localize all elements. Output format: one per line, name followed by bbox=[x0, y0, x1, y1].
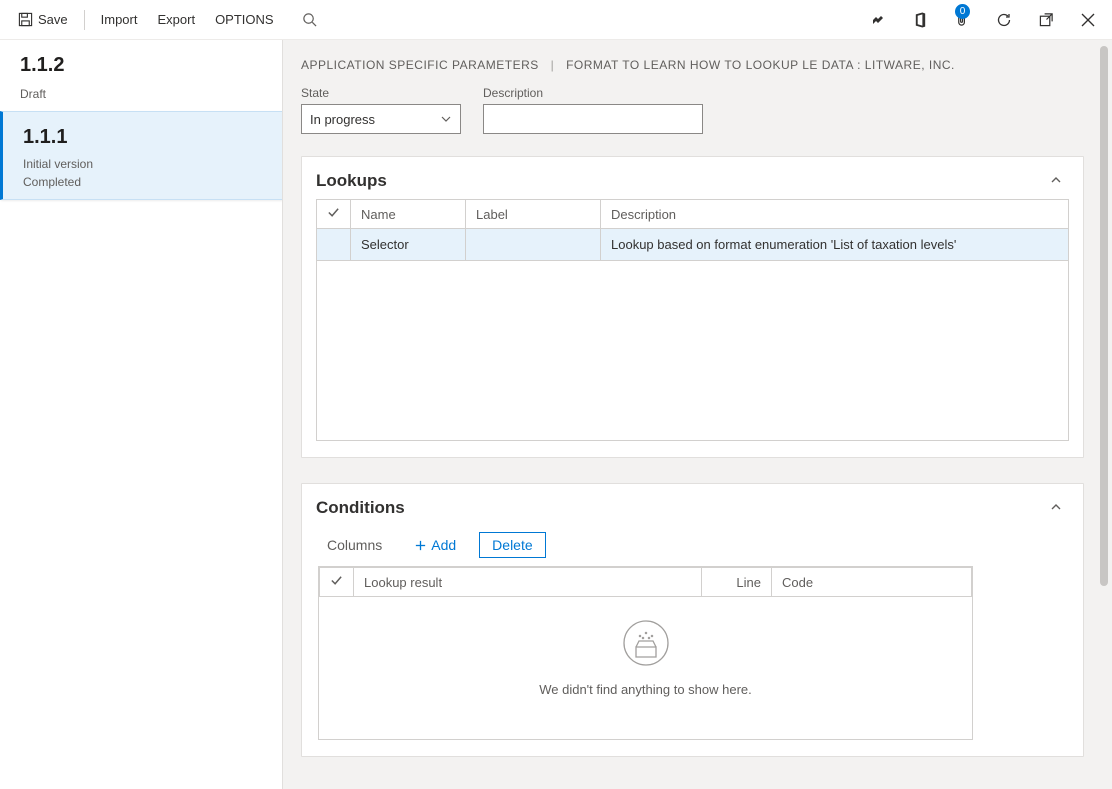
state-field-group: State In progress bbox=[301, 86, 461, 134]
content-panel: Application specific parameters | Format… bbox=[283, 40, 1112, 789]
top-toolbar: Save Import Export OPTIONS bbox=[0, 0, 1112, 40]
col-result[interactable]: Lookup result bbox=[354, 568, 702, 597]
main-area: 1.1.2 Draft 1.1.1 Initial version Comple… bbox=[0, 40, 1112, 789]
description-label: Description bbox=[483, 86, 703, 100]
search-button[interactable] bbox=[294, 6, 325, 33]
close-icon[interactable] bbox=[1074, 6, 1102, 34]
version-subtitle: Initial version bbox=[23, 157, 262, 171]
conditions-grid: Lookup result Line Code bbox=[318, 566, 973, 740]
conditions-body: Columns Add Delete bbox=[302, 532, 1083, 756]
version-title: 1.1.2 bbox=[20, 54, 262, 77]
options-label: OPTIONS bbox=[215, 12, 274, 27]
description-input[interactable] bbox=[483, 104, 703, 134]
col-label[interactable]: Label bbox=[466, 200, 601, 229]
description-field-group: Description bbox=[483, 86, 703, 134]
popout-icon[interactable] bbox=[1032, 6, 1060, 34]
empty-box-icon bbox=[622, 619, 670, 667]
chevron-up-icon[interactable] bbox=[1049, 500, 1063, 517]
connector-icon[interactable] bbox=[864, 6, 892, 34]
toolbar-right: 0 bbox=[864, 6, 1102, 34]
badge-count: 0 bbox=[955, 4, 970, 19]
state-label: State bbox=[301, 86, 461, 100]
col-line[interactable]: Line bbox=[702, 568, 772, 597]
add-label: Add bbox=[431, 537, 456, 553]
export-button[interactable]: Export bbox=[149, 6, 203, 33]
columns-button[interactable]: Columns bbox=[318, 532, 391, 558]
check-column[interactable] bbox=[317, 200, 351, 229]
sidebar: 1.1.2 Draft 1.1.1 Initial version Comple… bbox=[0, 40, 283, 789]
scrollbar[interactable] bbox=[1100, 46, 1108, 586]
attachments-icon[interactable]: 0 bbox=[948, 6, 976, 34]
version-title: 1.1.1 bbox=[23, 126, 262, 149]
chevron-up-icon[interactable] bbox=[1049, 173, 1063, 190]
search-icon bbox=[302, 12, 317, 27]
table-header-row: Lookup result Line Code bbox=[320, 568, 972, 597]
breadcrumb: Application specific parameters | Format… bbox=[301, 58, 1084, 72]
row-check[interactable] bbox=[317, 229, 351, 261]
chevron-down-icon bbox=[440, 113, 452, 125]
delete-button[interactable]: Delete bbox=[479, 532, 545, 558]
table-row[interactable]: Selector Lookup based on format enumerat… bbox=[317, 229, 1069, 261]
plus-icon bbox=[414, 539, 427, 552]
toolbar-left: Save Import Export OPTIONS bbox=[10, 6, 325, 33]
check-column[interactable] bbox=[320, 568, 354, 597]
export-label: Export bbox=[157, 12, 195, 27]
check-icon bbox=[330, 574, 343, 587]
lookups-card: Lookups Name Label bbox=[301, 156, 1084, 458]
lookups-grid: Name Label Description Selector Lookup b… bbox=[316, 199, 1069, 261]
state-value: In progress bbox=[310, 112, 375, 127]
conditions-header[interactable]: Conditions bbox=[302, 484, 1083, 522]
separator bbox=[84, 10, 85, 30]
breadcrumb-part2: Format to learn how to lookup LE data : … bbox=[566, 58, 955, 72]
sidebar-item-1[interactable]: 1.1.1 Initial version Completed bbox=[0, 111, 282, 200]
breadcrumb-separator: | bbox=[551, 58, 555, 72]
save-label: Save bbox=[38, 12, 68, 27]
save-icon bbox=[18, 12, 33, 27]
empty-text: We didn't find anything to show here. bbox=[319, 682, 972, 697]
col-code[interactable]: Code bbox=[772, 568, 972, 597]
conditions-toolbar: Columns Add Delete bbox=[318, 532, 1083, 558]
conditions-title: Conditions bbox=[316, 498, 405, 518]
options-button[interactable]: OPTIONS bbox=[207, 6, 282, 33]
table-header-row: Name Label Description bbox=[317, 200, 1069, 229]
delete-label: Delete bbox=[492, 537, 532, 553]
version-status: Completed bbox=[23, 175, 262, 189]
import-label: Import bbox=[101, 12, 138, 27]
state-select[interactable]: In progress bbox=[301, 104, 461, 134]
col-description[interactable]: Description bbox=[601, 200, 1069, 229]
office-icon[interactable] bbox=[906, 6, 934, 34]
col-name[interactable]: Name bbox=[351, 200, 466, 229]
cell-description: Lookup based on format enumeration 'List… bbox=[601, 229, 1069, 261]
lookups-empty-area bbox=[316, 261, 1069, 441]
sidebar-item-0[interactable]: 1.1.2 Draft bbox=[0, 40, 282, 111]
save-button[interactable]: Save bbox=[10, 6, 76, 33]
form-row: State In progress Description bbox=[301, 86, 1084, 134]
import-button[interactable]: Import bbox=[93, 6, 146, 33]
refresh-icon[interactable] bbox=[990, 6, 1018, 34]
lookups-body: Name Label Description Selector Lookup b… bbox=[302, 199, 1083, 457]
columns-label: Columns bbox=[327, 537, 382, 553]
cell-label bbox=[466, 229, 601, 261]
empty-state: We didn't find anything to show here. bbox=[319, 597, 972, 739]
add-button[interactable]: Add bbox=[405, 532, 465, 558]
lookups-header[interactable]: Lookups bbox=[302, 157, 1083, 199]
version-status: Draft bbox=[20, 87, 262, 101]
conditions-card: Conditions Columns Add bbox=[301, 483, 1084, 757]
cell-name: Selector bbox=[351, 229, 466, 261]
check-icon bbox=[327, 206, 340, 219]
lookups-title: Lookups bbox=[316, 171, 387, 191]
breadcrumb-part1: Application specific parameters bbox=[301, 58, 539, 72]
